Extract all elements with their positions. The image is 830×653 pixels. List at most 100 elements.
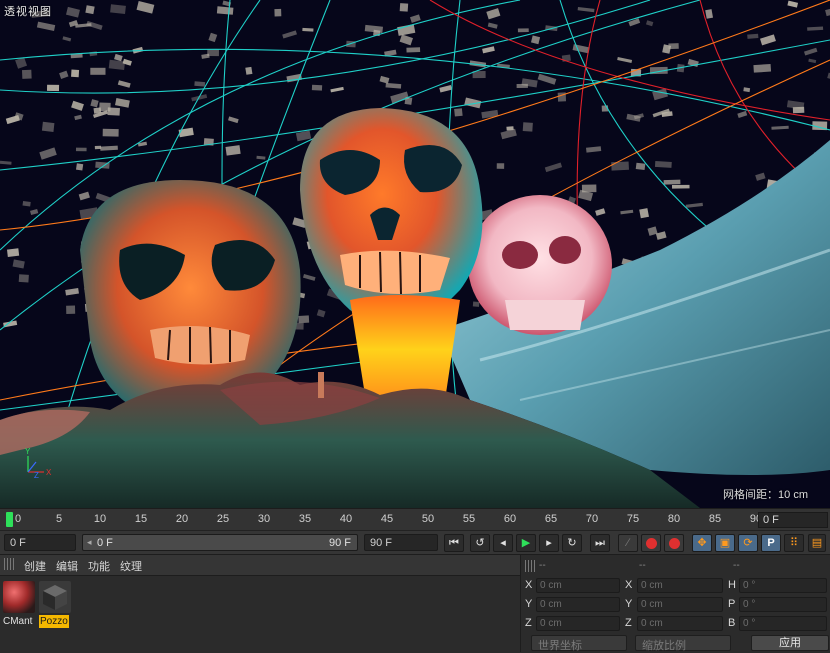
start-frame-field[interactable]: 0 F bbox=[4, 534, 76, 551]
light-particle bbox=[94, 145, 102, 150]
rotate-icon: ⟳ bbox=[743, 537, 753, 549]
material-thumb-cmant[interactable] bbox=[3, 581, 35, 613]
svg-text:Z: Z bbox=[34, 471, 39, 480]
go-to-end-button[interactable]: ⏭ bbox=[590, 534, 610, 552]
scale-key-button[interactable]: ▣ bbox=[715, 534, 735, 552]
play-button[interactable]: ▶ bbox=[516, 534, 536, 552]
light-particle bbox=[99, 102, 111, 112]
pos-x-field[interactable]: 0 cm bbox=[536, 578, 620, 593]
rot-h-field[interactable]: 0 ° bbox=[739, 578, 827, 593]
film-strip-icon: ▤ bbox=[811, 537, 823, 549]
preview-range-slider[interactable]: ◂ 0 F 90 F bbox=[82, 534, 358, 551]
rot-b-label: B bbox=[728, 617, 736, 629]
rot-p-field[interactable]: 0 ° bbox=[739, 597, 827, 612]
record-icon bbox=[645, 538, 657, 549]
light-particle bbox=[672, 184, 690, 189]
light-particle bbox=[753, 63, 772, 73]
ruler-tick-0: 0 bbox=[14, 513, 22, 525]
apply-button[interactable]: 应用 bbox=[751, 635, 829, 651]
size-x-field[interactable]: 0 cm bbox=[637, 578, 723, 593]
move-key-button[interactable]: ✥ bbox=[692, 534, 712, 552]
material-menu-bar: 创建 编辑 功能 纹理 bbox=[0, 555, 520, 576]
light-particle bbox=[75, 163, 84, 171]
figure bbox=[318, 372, 324, 398]
ruler-tick-55: 55 bbox=[462, 513, 476, 525]
menu-edit[interactable]: 编辑 bbox=[56, 558, 78, 575]
light-particle bbox=[102, 128, 119, 137]
ruler-tick-70: 70 bbox=[585, 513, 599, 525]
light-particle bbox=[496, 163, 505, 169]
auto-key-button[interactable] bbox=[664, 534, 684, 552]
material-manager: 创建 编辑 功能 纹理 CMant Pozzo bbox=[0, 554, 520, 652]
ruler-tick-40: 40 bbox=[339, 513, 353, 525]
light-particle bbox=[110, 4, 126, 14]
light-particle bbox=[41, 121, 55, 132]
range-start-label: 0 F bbox=[97, 537, 113, 549]
rotation-header: -- bbox=[733, 560, 740, 571]
step-back-icon: ◂ bbox=[500, 537, 506, 549]
light-particle bbox=[207, 49, 219, 57]
pos-z-label: Z bbox=[525, 617, 532, 629]
material-name-pozzo[interactable]: Pozzo bbox=[39, 615, 69, 628]
light-particle bbox=[522, 122, 533, 132]
rotate-key-button[interactable]: ⟳ bbox=[738, 534, 758, 552]
light-particle bbox=[298, 315, 310, 324]
point-level-button[interactable]: ⠿ bbox=[784, 534, 804, 552]
scale-icon: ▣ bbox=[719, 537, 731, 549]
size-y-field[interactable]: 0 cm bbox=[637, 597, 723, 612]
size-y-label: Y bbox=[625, 598, 633, 610]
transport-bar: 0 F ◂ 0 F 90 F 90 F ⏮ ↺ ◂ ▶ ▸ ↻ ⏭ ∕ ✥ ▣ … bbox=[0, 530, 830, 554]
light-particle bbox=[46, 84, 60, 92]
rot-p-label: P bbox=[728, 598, 736, 610]
param-key-button[interactable]: P bbox=[761, 534, 781, 552]
go-to-start-button[interactable]: ⏮ bbox=[444, 534, 464, 552]
perspective-viewport[interactable]: Y X Z 透视视图 网格间距：10 cm bbox=[0, 0, 830, 508]
light-particle bbox=[216, 6, 234, 15]
menu-create[interactable]: 创建 bbox=[24, 558, 46, 575]
end-frame-field[interactable]: 90 F bbox=[364, 534, 438, 551]
ruler-tick-5: 5 bbox=[55, 513, 63, 525]
timeline-ruler[interactable]: 0 5 10 15 20 25 30 35 40 45 50 55 60 65 70 75 80 85 90 bbox=[0, 509, 762, 531]
rot-b-field[interactable]: 0 ° bbox=[739, 616, 827, 631]
svg-text:Y: Y bbox=[25, 447, 31, 456]
grid-dots-icon: ⠿ bbox=[789, 537, 799, 549]
auto-key-icon bbox=[668, 538, 680, 549]
pos-y-field[interactable]: 0 cm bbox=[536, 597, 620, 612]
go-to-end-icon: ⏭ bbox=[595, 537, 605, 549]
light-particle bbox=[406, 47, 421, 53]
light-particle bbox=[18, 274, 29, 283]
timeline[interactable]: 0 5 10 15 20 25 30 35 40 45 50 55 60 65 70 75 80 85 90 0 F bbox=[0, 508, 830, 530]
light-particle bbox=[472, 301, 480, 307]
coord-grip-icon[interactable] bbox=[525, 560, 535, 572]
material-thumb-pozzo[interactable] bbox=[39, 581, 71, 613]
key-selection-button[interactable]: ∕ bbox=[618, 534, 638, 552]
rot-h-label: H bbox=[728, 579, 736, 591]
step-forward-icon: ▸ bbox=[546, 537, 552, 549]
light-particle bbox=[747, 33, 759, 39]
light-particle bbox=[517, 28, 529, 33]
current-frame-field[interactable]: 0 F bbox=[758, 512, 828, 528]
light-particle bbox=[302, 27, 314, 32]
material-name-cmant[interactable]: CMant bbox=[2, 615, 33, 628]
light-particle bbox=[611, 161, 629, 171]
size-z-field[interactable]: 0 cm bbox=[637, 616, 723, 631]
film-strip-button[interactable]: ▤ bbox=[808, 534, 826, 552]
pos-z-field[interactable]: 0 cm bbox=[536, 616, 620, 631]
light-particle bbox=[7, 248, 20, 257]
next-key-button[interactable]: ↻ bbox=[562, 534, 582, 552]
cube-icon bbox=[43, 585, 67, 610]
record-button[interactable] bbox=[641, 534, 661, 552]
playhead[interactable] bbox=[6, 512, 13, 527]
coordinate-system-dropdown[interactable]: 世界坐标 bbox=[531, 635, 627, 652]
param-icon: P bbox=[767, 537, 775, 549]
scale-mode-dropdown[interactable]: 缩放比例 bbox=[635, 635, 731, 652]
menu-function[interactable]: 功能 bbox=[88, 558, 110, 575]
step-forward-button[interactable]: ▸ bbox=[539, 534, 559, 552]
prev-key-button[interactable]: ↺ bbox=[470, 534, 490, 552]
key-icon: ∕ bbox=[627, 537, 629, 549]
pos-y-label: Y bbox=[525, 598, 533, 610]
menu-texture[interactable]: 纹理 bbox=[120, 558, 142, 575]
panel-grip-icon[interactable] bbox=[4, 558, 14, 570]
step-back-button[interactable]: ◂ bbox=[493, 534, 513, 552]
position-header: -- bbox=[539, 560, 546, 571]
